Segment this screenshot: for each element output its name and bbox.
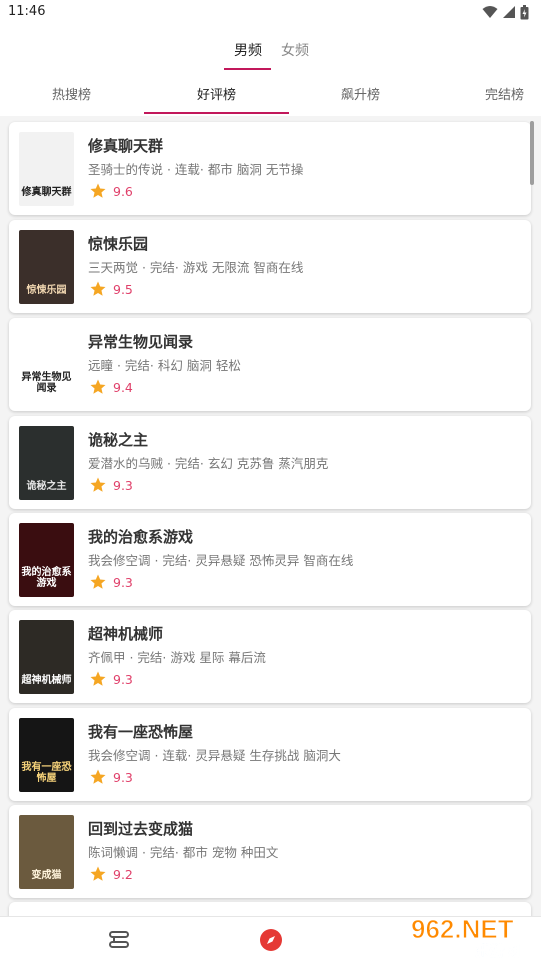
tab-completed[interactable]: 完结榜 <box>485 84 524 103</box>
book-title: 我的治愈系游戏 <box>88 528 194 546</box>
book-cover: 诡秘之主 <box>19 426 74 500</box>
tab-hot-search[interactable]: 热搜榜 <box>52 84 91 103</box>
cover-title: 变成猫 <box>31 870 62 881</box>
cover-title: 惊悚乐园 <box>26 285 67 296</box>
book-cover: 我的治愈系游戏 <box>19 523 74 597</box>
cover-title: 修真聊天群 <box>21 187 72 198</box>
book-cover: 惊悚乐园 <box>19 230 74 304</box>
book-card[interactable]: 惊悚乐园 惊悚乐园 三天两觉 · 完结· 游戏 无限流 智商在线 9.5 <box>9 220 531 313</box>
book-meta: 齐佩甲 · 完结· 游戏 星际 幕后流 <box>88 650 266 665</box>
star-icon <box>90 769 106 784</box>
status-time: 11:46 <box>8 4 46 19</box>
book-score: 9.3 <box>113 770 133 785</box>
book-card[interactable]: 变成猫 回到过去变成猫 陈词懒调 · 完结· 都市 宠物 种田文 9.2 <box>9 805 531 898</box>
star-icon <box>90 183 106 198</box>
book-score: 9.4 <box>113 380 133 395</box>
tab-rising[interactable]: 飙升榜 <box>341 84 380 103</box>
cover-title: 异常生物见闻录 <box>21 372 72 394</box>
book-card[interactable]: 修真聊天群 修真聊天群 圣骑士的传说 · 连载· 都市 脑洞 无节操 9.6 <box>9 122 531 215</box>
battery-icon <box>520 4 529 19</box>
book-card[interactable]: 超神机械师 超神机械师 齐佩甲 · 完结· 游戏 星际 幕后流 9.3 <box>9 610 531 703</box>
compass-icon[interactable] <box>258 927 284 953</box>
book-meta: 圣骑士的传说 · 连载· 都市 脑洞 无节操 <box>88 162 304 177</box>
book-cover: 变成猫 <box>19 815 74 889</box>
watermark-subtext: 乐游网 <box>475 942 520 960</box>
book-meta: 陈词懒调 · 完结· 都市 宠物 种田文 <box>88 845 279 860</box>
book-card[interactable]: 诡秘之主 诡秘之主 爱潜水的乌贼 · 完结· 玄幻 克苏鲁 蒸汽朋克 9.3 <box>9 416 531 509</box>
book-score: 9.5 <box>113 282 133 297</box>
book-score: 9.6 <box>113 184 133 199</box>
book-card[interactable]: 异常生物见闻录 异常生物见闻录 远瞳 · 完结· 科幻 脑洞 轻松 9.4 <box>9 318 531 411</box>
tab-top-rated[interactable]: 好评榜 <box>197 84 236 103</box>
status-icons <box>482 4 529 20</box>
star-icon <box>90 477 106 492</box>
status-bar: 11:46 <box>0 0 541 24</box>
cover-title: 诡秘之主 <box>26 481 67 492</box>
book-title: 修真聊天群 <box>88 137 164 155</box>
gender-tab-indicator <box>224 68 271 70</box>
book-title: 我有一座恐怖屋 <box>88 723 194 741</box>
cover-title: 我有一座恐怖屋 <box>21 762 72 784</box>
book-meta: 三天两觉 · 完结· 游戏 无限流 智商在线 <box>88 260 304 275</box>
tab-female[interactable]: 女频 <box>281 40 309 60</box>
book-cover: 修真聊天群 <box>19 132 74 206</box>
signal-icon <box>503 6 515 18</box>
book-title: 超神机械师 <box>88 625 164 643</box>
book-title: 诡秘之主 <box>88 431 149 449</box>
tab-male[interactable]: 男频 <box>234 40 262 60</box>
book-title: 回到过去变成猫 <box>88 820 194 838</box>
book-score: 9.3 <box>113 575 133 590</box>
book-title: 异常生物见闻录 <box>88 333 194 351</box>
book-meta: 爱潜水的乌贼 · 完结· 玄幻 克苏鲁 蒸汽朋克 <box>88 456 329 471</box>
cover-title: 我的治愈系游戏 <box>21 567 72 589</box>
book-score: 9.2 <box>113 867 133 882</box>
header: 男频 女频 热搜榜 好评榜 飙升榜 完结榜 <box>0 24 541 116</box>
book-card[interactable]: 我有一座恐怖屋 我有一座恐怖屋 我会修空调 · 连载· 灵异悬疑 生存挑战 脑洞… <box>9 708 531 801</box>
book-title: 惊悚乐园 <box>88 235 149 253</box>
book-score: 9.3 <box>113 672 133 687</box>
star-icon <box>90 574 106 589</box>
watermark-logo-graphic: 962.NET 乐游网 <box>411 914 521 961</box>
book-meta: 远瞳 · 完结· 科幻 脑洞 轻松 <box>88 358 241 373</box>
rank-tab-indicator <box>144 112 289 114</box>
watermark-text: 962.NET <box>411 914 514 944</box>
book-cover: 异常生物见闻录 <box>19 328 74 402</box>
book-meta: 我会修空调 · 连载· 灵异悬疑 生存挑战 脑洞大 <box>88 748 341 763</box>
star-icon <box>90 379 106 394</box>
cover-title: 超神机械师 <box>21 675 72 686</box>
star-icon <box>90 671 106 686</box>
book-cover: 我有一座恐怖屋 <box>19 718 74 792</box>
watermark-logo: 962.NET 乐游网 <box>405 910 535 961</box>
star-icon <box>90 866 106 881</box>
book-card[interactable]: 我的治愈系游戏 我的治愈系游戏 我会修空调 · 完结· 灵异悬疑 恐怖灵异 智商… <box>9 513 531 606</box>
book-score: 9.3 <box>113 478 133 493</box>
wifi-icon <box>482 6 498 18</box>
scrollbar[interactable] <box>530 121 534 185</box>
book-list: 修真聊天群 修真聊天群 圣骑士的传说 · 连载· 都市 脑洞 无节操 9.6 惊… <box>0 116 541 916</box>
book-meta: 我会修空调 · 完结· 灵异悬疑 恐怖灵异 智商在线 <box>88 553 354 568</box>
bookshelf-icon[interactable] <box>106 927 132 953</box>
star-icon <box>90 281 106 296</box>
book-cover: 超神机械师 <box>19 620 74 694</box>
